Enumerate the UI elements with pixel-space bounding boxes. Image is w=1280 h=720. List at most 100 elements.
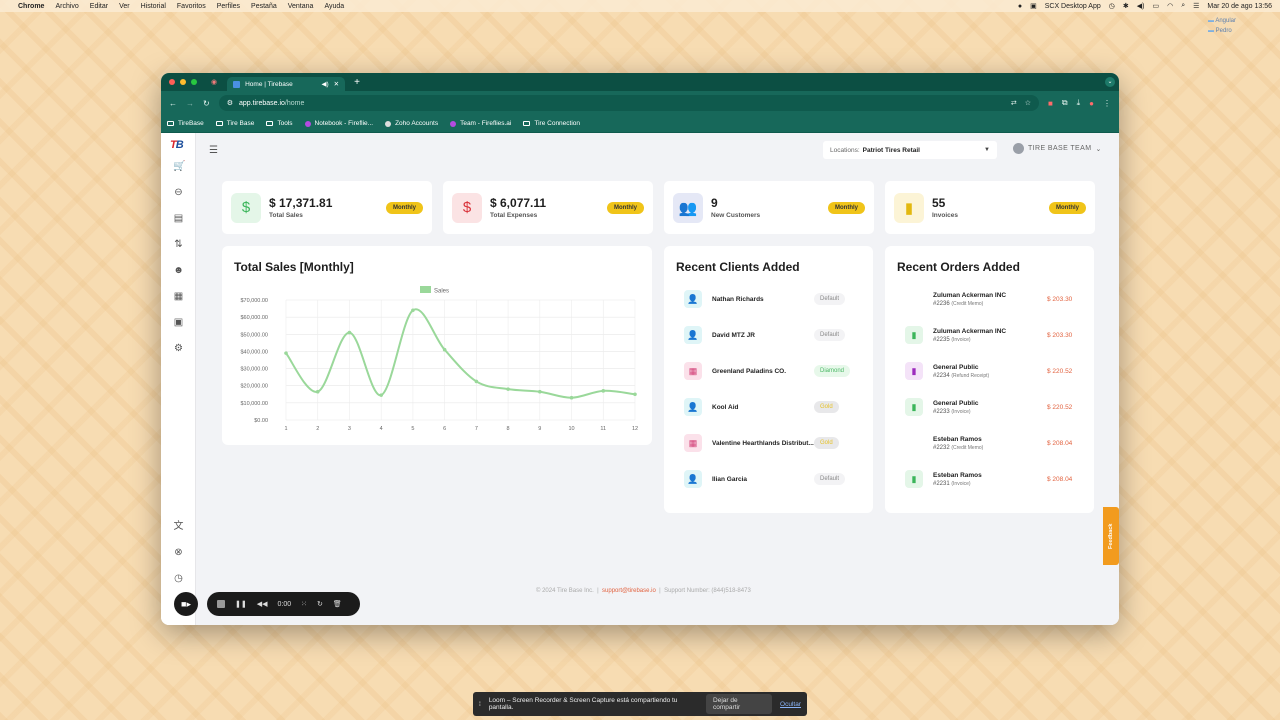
profile-avatar-icon[interactable]: ● — [1089, 99, 1094, 108]
client-row[interactable]: 👤 Nathan Richards Default — [684, 290, 846, 308]
inventory-icon[interactable]: ▤ — [173, 213, 184, 224]
spotlight-icon[interactable]: ⌕ — [1181, 2, 1185, 10]
order-row[interactable]: Esteban Ramos #2232 (Credit Memo) $ 208.04 — [905, 434, 1072, 452]
battery-icon[interactable]: ▭ — [1152, 2, 1159, 10]
team-menu[interactable]: TIRE BASE TEAM ⌄ — [1013, 143, 1102, 154]
bookmark-tirebase[interactable]: TireBase — [167, 120, 204, 127]
close-tab-icon[interactable]: ✕ — [334, 80, 339, 88]
desktop-folder-angular[interactable]: Angular — [1208, 16, 1236, 26]
grid-icon[interactable]: ⁙ — [301, 600, 307, 608]
client-row[interactable]: 👤 Ilian Garcia Default — [684, 470, 846, 488]
order-row[interactable]: ▮ General Public #2233 (Invoice) $ 220.52 — [905, 398, 1072, 416]
order-row[interactable]: ▮ General Public #2234 (Refund Receipt) $ 2… — [905, 362, 1072, 380]
chrome-menu-icon[interactable]: ⋮ — [1103, 99, 1111, 108]
settings-icon[interactable]: ⚙ — [173, 343, 184, 354]
scx-app-icon[interactable]: ▣ — [1030, 2, 1037, 10]
rewind-icon[interactable]: ◀◀ — [257, 600, 268, 608]
recent-clients-title: Recent Clients Added — [676, 260, 800, 274]
maximize-window-button[interactable] — [191, 79, 197, 85]
volume-icon[interactable]: ◀) — [1137, 2, 1145, 10]
menu-editar[interactable]: Editar — [90, 3, 108, 10]
monthly-badge[interactable]: Monthly — [386, 201, 423, 214]
client-row[interactable]: ▦ Valentine Hearthlands Distribut... Gold — [684, 434, 839, 452]
bookmark-notebook[interactable]: Notebook - Fireflie... — [304, 120, 373, 127]
support-email-link[interactable]: support@tirebase.io — [602, 588, 656, 594]
minimize-window-button[interactable] — [180, 79, 186, 85]
client-tier-badge: Gold — [814, 437, 839, 449]
order-type: (Invoice) — [951, 336, 971, 343]
audio-icon[interactable]: ◀) — [321, 80, 328, 88]
trash-icon[interactable]: 🗑 — [333, 600, 342, 608]
bookmark-zoho[interactable]: Zoho Accounts — [385, 120, 438, 127]
timer-icon[interactable]: ◷ — [173, 573, 184, 584]
cart-icon[interactable]: 🛒 — [173, 161, 185, 172]
tab-search-button[interactable]: ⌄ — [1105, 77, 1115, 87]
bookmark-tire-connection[interactable]: Tire Connection — [523, 120, 580, 127]
client-row[interactable]: ▦ Greenland Paladins CO. Diamond — [684, 362, 851, 380]
bookmark-tools[interactable]: Tools — [266, 120, 293, 127]
feedback-tab[interactable]: Feedback — [1103, 507, 1119, 565]
register-icon[interactable]: ▣ — [173, 317, 184, 328]
download-icon[interactable]: ⤓ — [1077, 98, 1081, 108]
sales-line-chart: Sales $70,000.00 $60,000.00 $50,000.00 $40,0… — [240, 286, 638, 432]
menu-ver[interactable]: Ver — [119, 3, 130, 10]
stat-card-total-expenses: $ $ 6,077.11 Total Expenses Monthly — [443, 181, 653, 234]
clock-icon[interactable]: ◷ — [1109, 2, 1115, 10]
camera-icon[interactable]: ■▸ — [174, 592, 198, 616]
minus-circle-icon[interactable]: ⊖ — [173, 187, 184, 198]
menu-ventana[interactable]: Ventana — [288, 3, 314, 10]
hamburger-menu-icon[interactable]: ☰ — [209, 145, 218, 156]
restart-icon[interactable]: ↻ — [317, 600, 323, 608]
client-row[interactable]: 👤 Kool Aid Gold — [684, 398, 839, 416]
mic-icon[interactable]: ● — [1018, 3, 1022, 10]
bookmark-star-icon[interactable]: ☆ — [1025, 99, 1031, 107]
bookmark-team-fireflies[interactable]: Team - Fireflies.ai — [450, 120, 511, 127]
monthly-badge[interactable]: Monthly — [1049, 201, 1086, 214]
menu-favoritos[interactable]: Favoritos — [177, 3, 206, 10]
monthly-badge[interactable]: Monthly — [607, 201, 644, 214]
order-row[interactable]: Zuluman Ackerman INC #2236 (Credit Memo) $… — [905, 290, 1072, 308]
menubar-datetime[interactable]: Mar 20 de ago 13:56 — [1207, 3, 1272, 10]
new-tab-button[interactable]: + — [354, 77, 360, 88]
menu-archivo[interactable]: Archivo — [55, 3, 78, 10]
menu-chrome[interactable]: Chrome — [18, 3, 44, 10]
extension-record-icon[interactable]: ■ — [1048, 99, 1053, 108]
menu-ayuda[interactable]: Ayuda — [324, 3, 344, 10]
client-row[interactable]: 👤 David MTZ JR Default — [684, 326, 846, 344]
translate-icon[interactable]: ⇄ — [1011, 99, 1017, 107]
menu-pestana[interactable]: Pestaña — [251, 3, 277, 10]
hide-bar-button[interactable]: Ocultar — [780, 701, 801, 708]
site-info-icon[interactable]: ⚙ — [227, 99, 233, 107]
stop-sharing-button[interactable]: Dejar de compartir — [706, 694, 773, 714]
forward-icon[interactable]: → — [186, 99, 194, 108]
desktop-folder-pedro[interactable]: Pedro — [1208, 26, 1236, 36]
drag-handle-icon[interactable]: ⁞ — [479, 701, 481, 708]
url-input[interactable]: ⚙ app.tirebase.io/home ⇄ ☆ — [218, 95, 1040, 111]
tab-home[interactable]: Home | Tirebase ◀) ✕ — [227, 77, 346, 91]
order-row[interactable]: ▮ Zuluman Ackerman INC #2235 (Invoice) $ 20… — [905, 326, 1072, 344]
wifi-icon[interactable]: ◠ — [1167, 2, 1173, 10]
reports-icon[interactable]: ▦ — [173, 291, 184, 302]
bluetooth-icon[interactable]: ✱ — [1123, 2, 1129, 10]
transfer-icon[interactable]: ⇅ — [173, 239, 184, 250]
order-row[interactable]: ▮ Esteban Ramos #2231 (Invoice) $ 208.04 — [905, 470, 1072, 488]
mac-menubar: Chrome Archivo Editar Ver Historial Favo… — [0, 0, 1280, 12]
location-select[interactable]: Locations: Patriot Tires Retail ▼ — [823, 141, 997, 159]
stop-recording-button[interactable] — [217, 600, 225, 608]
language-icon[interactable]: 文 — [173, 521, 184, 532]
extensions-icon[interactable]: ⧉ — [1062, 98, 1068, 108]
scx-app-label[interactable]: SCX Desktop App — [1045, 3, 1101, 10]
pause-icon[interactable]: ❚❚ — [235, 600, 247, 608]
tirebase-logo[interactable]: TB — [170, 139, 184, 151]
menu-perfiles[interactable]: Perfiles — [217, 3, 240, 10]
customers-icon[interactable]: ☻ — [173, 265, 184, 276]
monthly-badge[interactable]: Monthly — [828, 201, 865, 214]
back-icon[interactable]: ← — [169, 99, 177, 108]
order-type: (Credit Memo) — [951, 444, 984, 451]
menu-historial[interactable]: Historial — [141, 3, 166, 10]
control-center-icon[interactable]: ☰ — [1193, 2, 1199, 10]
close-window-button[interactable] — [169, 79, 175, 85]
reload-icon[interactable]: ↻ — [203, 99, 210, 108]
bookmark-tire-base[interactable]: Tire Base — [215, 120, 254, 127]
close-circle-icon[interactable]: ⊗ — [173, 547, 184, 558]
